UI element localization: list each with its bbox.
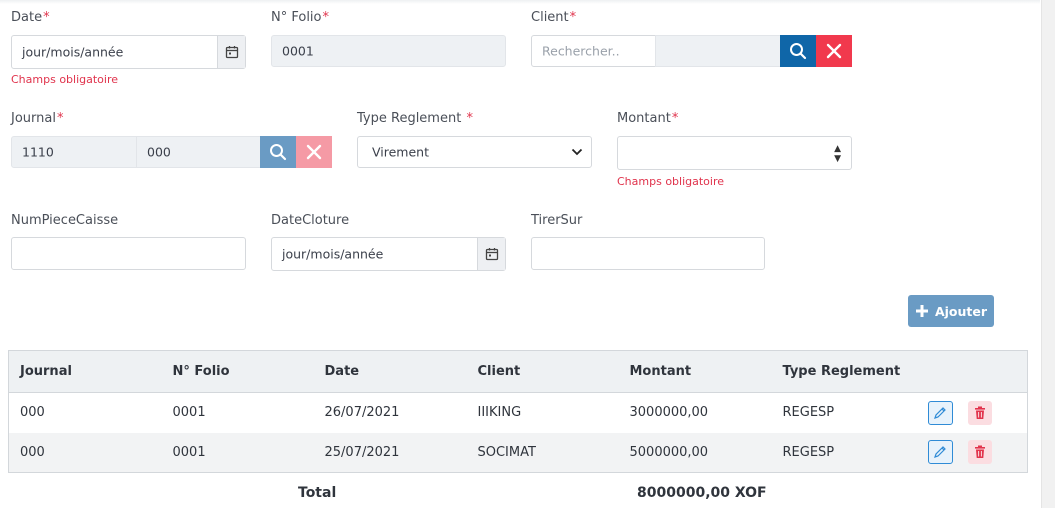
journal-clear-button[interactable] <box>296 136 332 168</box>
cell-montant: 3000000,00 <box>629 405 709 421</box>
delete-button[interactable] <box>967 400 992 425</box>
close-icon <box>826 43 842 59</box>
trash-icon <box>974 406 985 419</box>
column-header-folio: N° Folio <box>161 350 314 393</box>
date-cloture-placeholder: jour/mois/année <box>282 246 384 262</box>
date-input[interactable]: jour/mois/année <box>11 35 246 69</box>
delete-button[interactable] <box>967 440 992 465</box>
tirer-sur-input[interactable] <box>531 237 765 270</box>
cell-client: IIIKING <box>477 405 522 421</box>
add-button[interactable]: Ajouter <box>908 295 994 327</box>
montant-label: Montant* <box>617 111 679 126</box>
journal-code-field: 1110 <box>11 136 137 168</box>
cell-montant: 5000000,00 <box>618 432 772 473</box>
date-label: Date* <box>11 10 50 25</box>
client-search-input[interactable]: Rechercher.. <box>531 35 656 67</box>
calendar-icon[interactable] <box>477 238 505 270</box>
search-icon <box>790 43 807 60</box>
table-row: 000 0001 26/07/2021 IIIKING 3000000,00 R… <box>9 393 1028 433</box>
cell-type-reglement: REGESP <box>771 432 917 473</box>
date-cloture-label: DateCloture <box>271 213 350 228</box>
column-header-date: Date <box>313 350 467 393</box>
journal-name-value: 000 <box>147 144 171 160</box>
column-header-montant: Montant <box>618 350 772 393</box>
type-reglement-label: Type Reglement * <box>357 111 473 126</box>
folio-value: 0001 <box>282 43 314 59</box>
type-reglement-selected: Virement <box>372 144 429 160</box>
tirer-sur-label: TirerSur <box>531 213 583 228</box>
column-header-journal: Journal <box>8 350 162 393</box>
type-reglement-select[interactable]: Virement <box>357 136 592 168</box>
edit-button[interactable] <box>927 400 953 425</box>
montant-input[interactable]: ▲ ▼ <box>617 136 852 170</box>
pencil-icon <box>934 406 946 419</box>
close-icon <box>306 144 322 160</box>
edit-button[interactable] <box>927 440 953 465</box>
client-name-field <box>655 35 781 67</box>
cell-date: 25/07/2021 <box>313 432 467 473</box>
reglements-table: Journal N° Folio Date Client Montant Typ… <box>8 350 1028 473</box>
cell-actions <box>916 432 1028 473</box>
page-scrollbar[interactable] <box>1041 0 1055 508</box>
pencil-icon <box>934 446 946 459</box>
journal-label: Journal* <box>11 111 64 126</box>
montant-stepper[interactable]: ▲ ▼ <box>834 144 841 164</box>
cell-journal: 000 <box>8 432 162 473</box>
table-row: 000 0001 25/07/2021 SOCIMAT 5000000,00 R… <box>8 432 1028 473</box>
top-shadow <box>0 0 1040 4</box>
journal-name-field: 000 <box>136 136 261 168</box>
journal-search-button[interactable] <box>260 136 296 168</box>
client-search-placeholder: Rechercher.. <box>542 43 620 59</box>
num-piece-caisse-label: NumPieceCaisse <box>11 213 119 228</box>
total-label: Total <box>298 485 337 501</box>
column-header-actions <box>916 350 1028 393</box>
cell-client: SOCIMAT <box>466 432 619 473</box>
add-button-label: Ajouter <box>934 303 988 319</box>
date-cloture-input[interactable]: jour/mois/année <box>271 237 506 271</box>
calendar-icon[interactable] <box>217 36 245 68</box>
search-icon <box>270 144 287 161</box>
client-label: Client* <box>531 10 577 25</box>
cell-type-reglement: REGESP <box>782 405 835 421</box>
cell-folio: 0001 <box>172 405 206 421</box>
montant-error: Champs obligatoire <box>617 175 725 188</box>
chevron-down-icon <box>571 148 583 156</box>
num-piece-caisse-input[interactable] <box>11 237 246 270</box>
folio-field: 0001 <box>271 35 506 67</box>
client-clear-button[interactable] <box>816 35 852 67</box>
client-search-button[interactable] <box>780 35 816 67</box>
cell-actions <box>917 393 1028 433</box>
folio-label: N° Folio* <box>271 10 330 25</box>
date-input-placeholder: jour/mois/année <box>22 44 124 60</box>
cell-folio: 0001 <box>161 432 314 473</box>
cell-date: 26/07/2021 <box>324 405 400 421</box>
plus-icon <box>915 305 928 317</box>
trash-icon <box>974 445 985 459</box>
date-error: Champs obligatoire <box>11 73 119 86</box>
cell-journal: 000 <box>20 405 45 421</box>
table-header-row: Journal N° Folio Date Client Montant Typ… <box>8 350 1028 393</box>
total-value: 8000000,00 XOF <box>637 485 767 501</box>
journal-code-value: 1110 <box>22 144 54 160</box>
column-header-client: Client <box>466 350 619 393</box>
column-header-type-reglement: Type Reglement <box>771 350 917 393</box>
